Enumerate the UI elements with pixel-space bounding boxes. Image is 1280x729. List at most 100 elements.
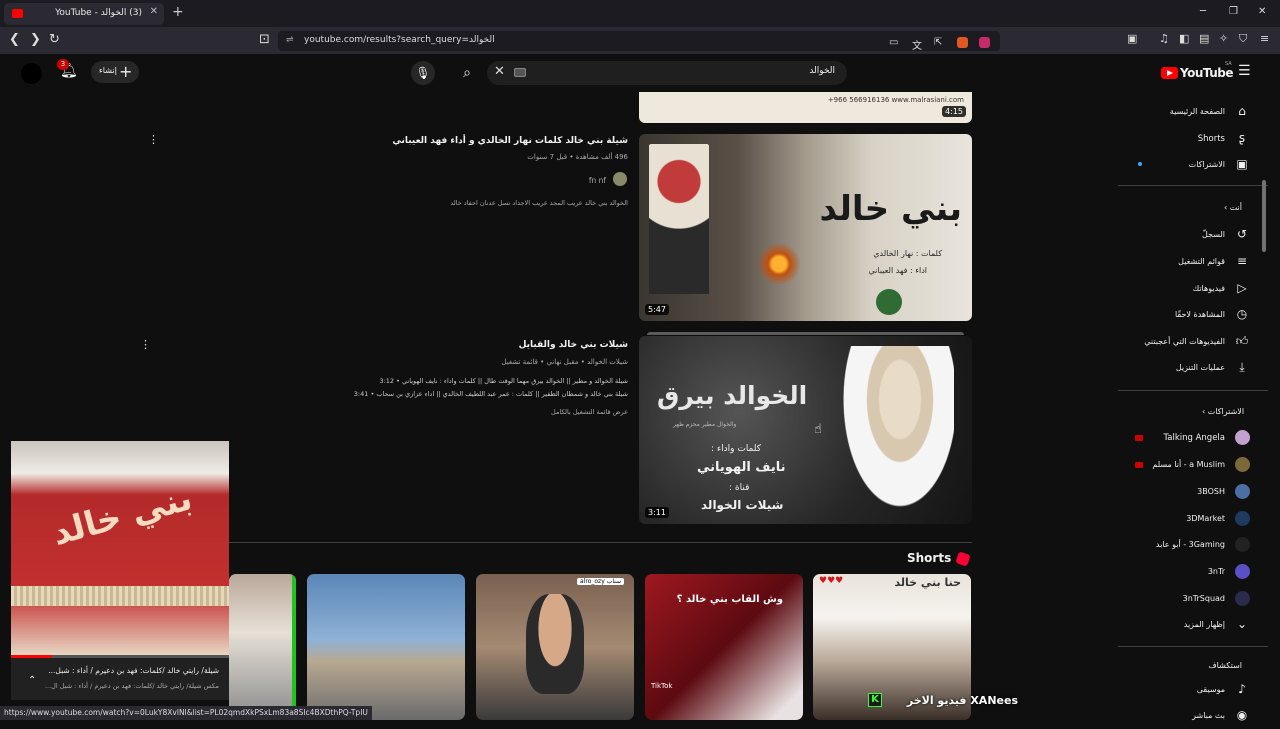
create-button[interactable]: إنشاء + — [91, 61, 139, 83]
miniplayer-progress[interactable] — [11, 655, 229, 658]
live-icon: ◉ — [1236, 708, 1248, 722]
miniplayer[interactable]: بني خالد شيلة/ رايتي خالد /كلمات: فهد بن… — [11, 441, 229, 700]
video-title[interactable]: شيلة بني خالد كلمات نهار الخالدي و أداء … — [392, 136, 628, 146]
sidebar-sub-item[interactable]: 3DMarket — [1110, 506, 1270, 532]
thumbnail-text: كلمات واداء : — [711, 444, 762, 454]
clear-search-icon[interactable]: ✕ — [494, 64, 505, 79]
bookmark-icon[interactable]: ⊡ — [259, 32, 270, 47]
sidebar-sub-item[interactable]: 3nTrSquad — [1110, 586, 1270, 612]
sidebar-sub-item[interactable]: 3BOSH — [1110, 479, 1270, 505]
search-input[interactable]: ✕ الخوالد — [487, 61, 847, 85]
brave-shield-icon[interactable] — [957, 37, 968, 48]
sidebar: الصفحة الرئيسية ⌂ Shorts ʂ الاشتراكات ▣ … — [1110, 92, 1270, 722]
video-meta: 496 ألف مشاهدة • قبل 7 سنوات — [527, 153, 628, 161]
video-description: الخوالد بني خالد عريب المجد عريب الاجداد… — [450, 199, 628, 207]
channel-avatar — [1235, 484, 1250, 499]
guide-menu-icon[interactable]: ☰ — [1238, 63, 1251, 79]
sidebar-item-watch-later[interactable]: المشاهدة لاحقًا ◷ — [1110, 302, 1270, 328]
playlist-track[interactable]: شيلة بني خالد و شمطان الظفير || كلمات : … — [354, 390, 628, 398]
site-info-icon[interactable]: ⇌ — [286, 35, 294, 45]
sub-label: Talking Angela — [1163, 433, 1225, 443]
youtube-logo[interactable]: YouTube SA — [1158, 61, 1234, 82]
short-thumbnail[interactable]: alro_ozy سناب — [476, 574, 634, 720]
sidebar-item-playlists[interactable]: قوائم التشغيل ≡ — [1110, 249, 1270, 275]
new-tab-button[interactable]: + — [172, 4, 184, 20]
sidebar-item-shorts[interactable]: Shorts ʂ — [1110, 126, 1270, 152]
miniplayer-video[interactable]: بني خالد — [11, 441, 229, 657]
browser-tab[interactable]: (3) الخوالد - YouTube ✕ — [4, 3, 164, 25]
short-thumbnail[interactable] — [229, 574, 296, 720]
leo-icon[interactable]: ✧ — [1219, 32, 1228, 45]
cast-icon[interactable]: ▭ — [889, 37, 900, 48]
sidebar-sub-item[interactable]: a Muslim - أنا مسلم — [1110, 452, 1270, 478]
share-icon[interactable]: ⇱ — [934, 37, 945, 48]
sidebar-scrollbar[interactable] — [1262, 180, 1266, 252]
create-label: إنشاء — [99, 66, 117, 75]
reader-icon[interactable]: ◧ — [1179, 32, 1189, 45]
keyboard-icon[interactable] — [514, 68, 526, 77]
sidebar-sub-item[interactable]: 3Gaming - أبو عابد — [1110, 532, 1270, 558]
snap-caption: alro_ozy سناب — [577, 578, 624, 585]
sidebar-item-label: بث مباشر — [1192, 711, 1225, 720]
thumbnail-text: والخوال مطير محزم ظهر — [673, 421, 737, 428]
wallet-icon[interactable]: ▤ — [1199, 32, 1209, 45]
sidebar-item-subscriptions[interactable]: الاشتراكات ▣ — [1110, 152, 1270, 178]
playlist-title[interactable]: شيلات بني خالد والقبايل — [519, 340, 628, 350]
more-options-icon[interactable]: ⋮ — [148, 133, 159, 146]
sidebar-item-your-videos[interactable]: فيديوهاتك ▷ — [1110, 276, 1270, 302]
sidebar-item-home[interactable]: الصفحة الرئيسية ⌂ — [1110, 99, 1270, 125]
view-full-playlist-link[interactable]: عرض قائمة التشغيل بالكامل — [551, 408, 628, 416]
avatar[interactable] — [21, 63, 42, 84]
maximize-button[interactable]: ❐ — [1229, 6, 1238, 17]
sub-label: 3nTr — [1207, 567, 1225, 576]
sidebar-sub-item[interactable]: Talking Angela — [1110, 425, 1270, 451]
thumbnail-fire — [749, 244, 809, 284]
short-thumbnail[interactable] — [307, 574, 465, 720]
reload-icon[interactable]: ↻ — [49, 32, 60, 47]
browser-menu-icon[interactable]: ≡ — [1260, 32, 1269, 45]
sidebar-sub-item[interactable]: 3nTr — [1110, 559, 1270, 585]
channel-avatar[interactable] — [613, 172, 627, 186]
expand-chevron-icon[interactable]: ⌃ — [28, 675, 36, 686]
you-heading[interactable]: أنت › — [1224, 203, 1242, 212]
live-indicator-icon — [1135, 462, 1143, 468]
sidebar-item-liked[interactable]: الفيديوهات التي أعجبتني 👍︎ — [1110, 329, 1270, 355]
sub-label: 3nTrSquad — [1182, 594, 1225, 603]
tab-close-icon[interactable]: ✕ — [150, 6, 158, 17]
video-thumbnail[interactable]: +966 566916136 www.malrasiani.com 4:15 — [639, 92, 972, 123]
sidebar-toggle-icon[interactable]: ▣ — [1127, 32, 1137, 45]
playlist-track[interactable]: شيلة الخوالد و مطير || الخوالد بيرق مهما… — [379, 377, 628, 385]
short-thumbnail[interactable]: وش القاب بني خالد ؟ TikTok — [645, 574, 803, 720]
video-thumbnail[interactable]: بني خالد كلمات : نهار الخالدي اداء : فهد… — [639, 134, 972, 321]
voice-search-icon[interactable]: 🎙︎ — [411, 61, 435, 85]
address-bar[interactable]: ⇌ youtube.com/results?search_query=الخوا… — [278, 31, 1000, 52]
media-icon[interactable]: ♫ — [1159, 32, 1169, 45]
sidebar-item-history[interactable]: السجلّ ↺ — [1110, 222, 1270, 248]
forward-icon[interactable]: ❯ — [30, 32, 41, 47]
vpn-icon[interactable]: ⛉ — [1239, 32, 1247, 46]
rewards-icon[interactable] — [979, 37, 990, 48]
tiktok-watermark: TikTok — [651, 682, 673, 690]
show-more-button[interactable]: إظهار المزيد ⌄ — [1110, 612, 1270, 638]
window-close-button[interactable]: ✕ — [1258, 6, 1266, 17]
translate-icon[interactable]: 文 — [912, 37, 923, 52]
channel-name[interactable]: fn nf — [589, 176, 606, 185]
playlist-thumbnail[interactable]: الخوالد بيرق والخوال مطير محزم ظهر كلمات… — [639, 336, 972, 524]
playlist-stack — [647, 332, 964, 335]
subscriptions-heading[interactable]: ‹ الاشتراكات — [1110, 407, 1270, 416]
browser-tab-bar: (3) الخوالد - YouTube ✕ + ─ ❐ ✕ — [0, 0, 1280, 27]
sidebar-item-downloads[interactable]: عمليات التنزيل ⤓ — [1110, 355, 1270, 381]
sidebar-item-label: Shorts — [1197, 134, 1225, 144]
more-options-icon[interactable]: ⋮ — [140, 338, 151, 351]
sidebar-item-music[interactable]: موسيقى ♪ — [1110, 677, 1270, 703]
back-icon[interactable]: ❮ — [9, 32, 20, 47]
sidebar-item-live[interactable]: بث مباشر ◉ — [1110, 703, 1270, 729]
minimize-button[interactable]: ─ — [1200, 6, 1206, 17]
miniplayer-title[interactable]: شيلة/ رايتي خالد /كلمات: فهد بن دعيرم / … — [48, 666, 219, 675]
notifications-icon[interactable]: 🔔︎ 3 — [57, 59, 78, 79]
duration-badge: 4:15 — [942, 106, 966, 117]
divider — [1118, 646, 1268, 647]
short-caption: وش القاب بني خالد ؟ — [676, 594, 783, 605]
thumbnail-text: اداء : فهد العيباني — [868, 266, 927, 275]
search-icon[interactable]: ⌕ — [455, 62, 479, 86]
